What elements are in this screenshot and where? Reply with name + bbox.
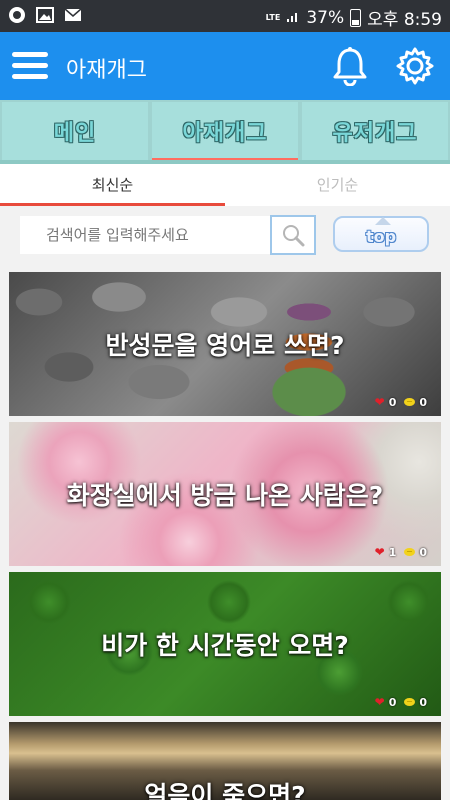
category-tabs: 메인 아재개그 유저개그 [0, 100, 450, 162]
heart-icon: ❤ [374, 545, 385, 559]
post-title: 화장실에서 방금 나온 사람은? [66, 481, 384, 510]
tab-ajae-gag[interactable]: 아재개그 [150, 100, 300, 162]
comment-count: 0 [419, 395, 427, 409]
gear-icon[interactable] [395, 46, 435, 86]
signal-icon [286, 8, 300, 28]
tab-latest[interactable]: 최신순 [0, 164, 225, 206]
search-input[interactable] [20, 216, 270, 254]
clock: 오후 8:59 [367, 10, 442, 30]
status-right: LTE 37% 오후 8:59 [265, 5, 442, 31]
search-icon [283, 225, 305, 247]
like-count: 1 [388, 545, 397, 559]
bell-icon[interactable] [331, 46, 369, 87]
post-card[interactable]: 반성문을 영어로 쓰면? ❤ 0 0 [9, 272, 441, 416]
post-card[interactable]: 화장실에서 방금 나온 사람은? ❤ 1 0 [9, 422, 441, 566]
post-card[interactable]: 비가 한 시간동안 오면? ❤ 0 0 [9, 572, 441, 716]
comment-icon [404, 548, 416, 556]
scroll-top-button[interactable]: top [333, 216, 429, 252]
page-title: 아재개그 [66, 58, 147, 83]
top-label: top [365, 227, 397, 246]
sort-tabs: 최신순 인기순 [0, 164, 450, 206]
status-bar: LTE 37% 오후 8:59 [0, 0, 450, 32]
comment-icon [404, 398, 416, 406]
like-count: 0 [388, 695, 397, 709]
tab-main[interactable]: 메인 [0, 100, 150, 162]
menu-icon[interactable] [12, 52, 48, 80]
search-button[interactable] [270, 215, 316, 255]
app-notification-icon [8, 6, 26, 24]
post-card[interactable]: 얼음이 죽으면? [9, 722, 441, 800]
tab-user-gag[interactable]: 유저개그 [300, 100, 450, 162]
like-count: 0 [388, 395, 397, 409]
mail-icon [64, 6, 82, 24]
post-title: 얼음이 죽으면? [144, 781, 306, 800]
comment-count: 0 [419, 695, 427, 709]
post-title: 비가 한 시간동안 오면? [101, 631, 349, 660]
post-stats: ❤ 1 0 [375, 545, 427, 559]
comment-icon [404, 698, 416, 706]
heart-icon: ❤ [374, 695, 385, 709]
search-row: top [0, 206, 450, 266]
post-stats: ❤ 0 0 [375, 695, 427, 709]
image-icon [36, 6, 54, 24]
app-bar: 아재개그 [0, 32, 450, 100]
comment-count: 0 [419, 545, 427, 559]
battery-icon [350, 8, 362, 27]
tab-popular[interactable]: 인기순 [225, 164, 450, 206]
arrow-up-icon [375, 217, 391, 225]
battery-percent: 37% [306, 7, 345, 28]
heart-icon: ❤ [374, 395, 385, 409]
post-stats: ❤ 0 0 [375, 395, 427, 409]
post-title: 반성문을 영어로 쓰면? [105, 331, 345, 360]
network-type: LTE [265, 12, 281, 22]
status-left-icons [8, 6, 82, 24]
